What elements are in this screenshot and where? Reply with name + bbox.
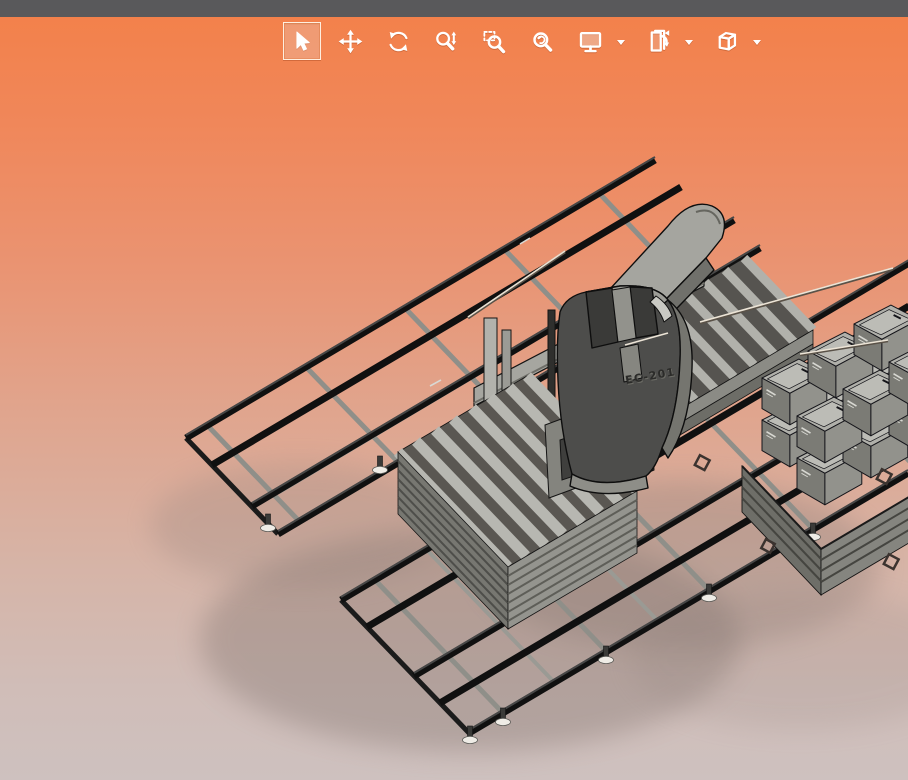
zoom-to-fit-tool-button[interactable] xyxy=(523,22,561,60)
magnifier-dashed-box-icon xyxy=(482,30,505,53)
title-bar xyxy=(0,0,908,17)
display-options-button[interactable] xyxy=(571,22,609,60)
select-tool-button[interactable] xyxy=(283,22,321,60)
magnifier-circle-icon xyxy=(532,31,552,52)
zoom-to-area-tool-button[interactable] xyxy=(475,22,513,60)
model-views-dropdown-caret[interactable] xyxy=(685,39,693,45)
model-viewport[interactable]: EC-201 EC-201 xyxy=(0,17,908,780)
cad-model-scene: EC-201 EC-201 xyxy=(150,156,908,752)
view-toolbar xyxy=(283,21,775,61)
move-arrows-icon xyxy=(338,29,362,53)
model-views-button[interactable] xyxy=(639,22,677,60)
magnifier-updown-icon xyxy=(435,31,456,50)
monitor-icon xyxy=(579,31,601,52)
rotate-tool-button[interactable] xyxy=(379,22,417,60)
cursor-icon xyxy=(295,30,310,51)
sheet-arrow-icon xyxy=(650,29,669,52)
pan-tool-button[interactable] xyxy=(331,22,369,60)
zoom-in-out-tool-button[interactable] xyxy=(427,22,465,60)
rotate-arrows-icon xyxy=(389,31,407,51)
edrawings-window: EC-201 EC-201 xyxy=(0,0,908,780)
display-options-dropdown-caret[interactable] xyxy=(617,39,625,45)
view-orientation-dropdown-caret[interactable] xyxy=(753,39,761,45)
view-orientation-button[interactable] xyxy=(707,22,745,60)
cube-icon xyxy=(718,31,736,50)
